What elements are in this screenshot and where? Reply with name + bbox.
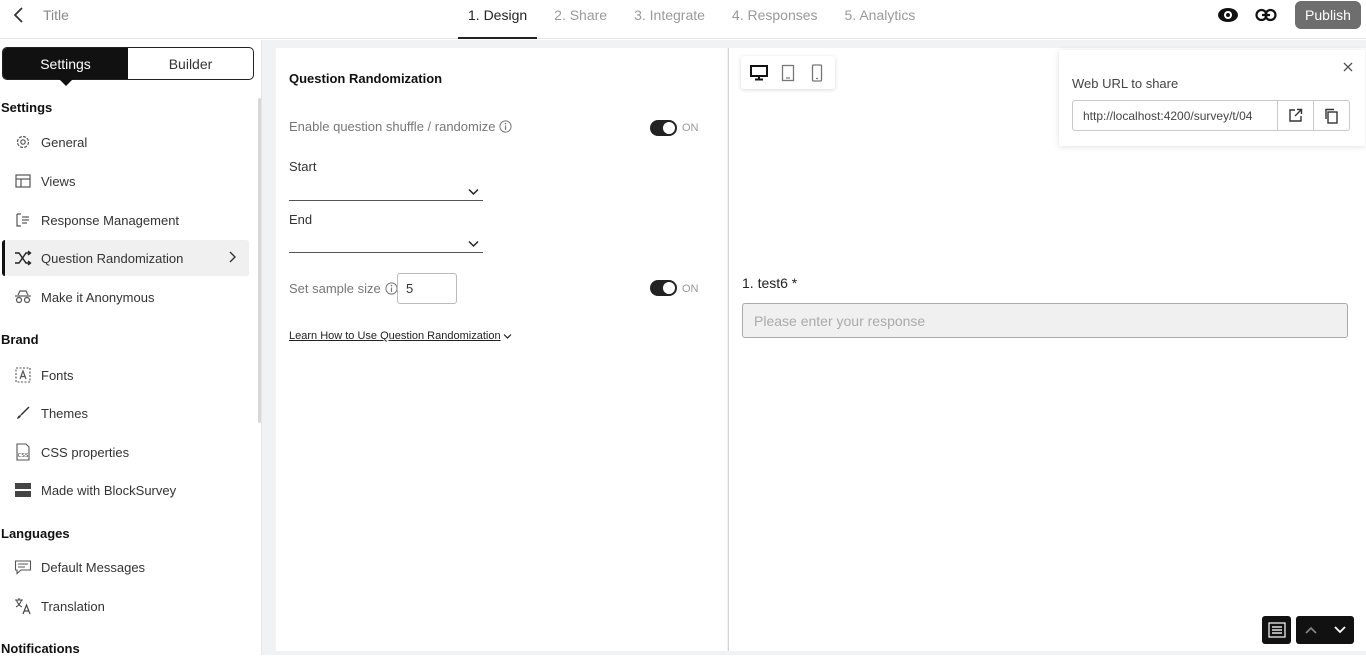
panel-title: Question Randomization [289,71,443,86]
tab-responses[interactable]: 4. Responses [722,0,828,39]
survey-title[interactable]: Title [43,7,69,23]
sidebar-item-made-with-blocksurvey[interactable]: Made with BlockSurvey [2,472,249,508]
link-icon[interactable] [1254,4,1278,26]
tab-integrate[interactable]: 3. Integrate [624,0,715,39]
sidebar-item-response-management[interactable]: Response Management [2,202,249,238]
message-icon [13,557,33,577]
randomization-settings-panel: Question Randomization Enable question s… [276,48,727,651]
sidebar-item-css-properties[interactable]: CSS CSS properties [2,434,249,470]
settings-builder-toggle: Settings Builder [2,47,254,86]
info-icon[interactable] [385,282,398,295]
sidebar-item-label: General [41,134,88,150]
gear-icon [13,132,33,152]
table-icon [13,171,33,191]
sidebar-item-label: Make it Anonymous [41,289,155,305]
preview-eye-icon[interactable] [1216,4,1240,26]
tab-share[interactable]: 2. Share [544,0,617,39]
shuffle-toggle[interactable] [650,120,677,136]
translate-icon [13,596,33,616]
section-heading-brand: Brand [1,332,39,347]
end-select[interactable] [289,229,483,253]
learn-randomization-link[interactable]: Learn How to Use Question Randomization [289,330,512,342]
share-url-input[interactable] [1073,101,1277,130]
end-label: End [289,212,313,227]
chevron-right-icon [227,250,237,267]
copy-icon[interactable] [1313,101,1349,130]
mobile-icon[interactable] [805,61,829,85]
share-url-popover: Web URL to share [1059,50,1365,146]
settings-sidebar: Settings Builder Settings General Views … [0,40,262,656]
sidebar-item-label: Question Randomization [41,250,184,266]
sidebar-item-label: Response Management [41,212,180,228]
back-arrow-icon[interactable] [8,4,30,26]
sidebar-item-label: CSS properties [41,444,130,460]
chevron-down-icon [503,333,512,340]
learn-link-text: Learn How to Use Question Randomization [289,330,501,342]
open-external-icon[interactable] [1277,101,1313,130]
chevron-down-icon [468,183,479,201]
section-heading-languages: Languages [1,526,70,541]
chevron-down-icon[interactable] [1325,616,1354,644]
shuffle-label: Enable question shuffle / randomize [289,119,513,134]
sidebar-item-fonts[interactable]: Fonts [2,357,249,393]
start-select[interactable] [289,177,483,201]
info-icon[interactable] [499,120,513,133]
tablet-icon[interactable] [776,61,800,85]
sidebar-item-make-anonymous[interactable]: Make it Anonymous [2,279,249,315]
section-heading-notifications: Notifications [1,641,80,656]
tab-settings[interactable]: Settings [3,48,128,86]
font-icon [13,365,33,385]
response-input[interactable] [742,303,1348,338]
sidebar-item-themes[interactable]: Themes [2,395,249,431]
section-heading-settings: Settings [1,100,53,115]
brush-icon [13,403,33,423]
question-label: 1. test6 * [742,275,798,291]
start-label: Start [289,159,317,174]
shuffle-label-text: Enable question shuffle / randomize [289,119,496,134]
css-file-icon: CSS [13,442,33,462]
question-list-icon[interactable] [1262,616,1291,644]
svg-text:CSS: CSS [18,453,29,459]
sample-size-toggle-state: ON [682,283,699,295]
sidebar-item-default-messages[interactable]: Default Messages [2,549,249,585]
sidebar-item-label: Themes [41,405,88,421]
sidebar-item-translation[interactable]: Translation [2,588,249,624]
sidebar-item-question-randomization[interactable]: Question Randomization [2,240,249,276]
tab-analytics[interactable]: 5. Analytics [835,0,926,39]
sample-size-label: Set sample size [289,281,398,296]
incognito-icon [13,287,33,307]
chevron-up-icon[interactable] [1296,616,1325,644]
sidebar-item-label: Views [41,173,76,189]
layout-icon [13,480,33,500]
sidebar-item-general[interactable]: General [2,124,249,160]
close-icon[interactable] [1341,60,1355,74]
desktop-icon[interactable] [747,61,771,85]
sample-size-toggle[interactable] [650,280,677,296]
step-tabs: 1. Design 2. Share 3. Integrate 4. Respo… [458,0,932,39]
top-bar: Title 1. Design 2. Share 3. Integrate 4.… [0,0,1366,39]
sidebar-item-label: Default Messages [41,559,146,575]
device-switcher [741,56,835,89]
survey-preview: Web URL to share 1. test6 * [728,48,1366,651]
sample-size-input[interactable] [397,273,457,304]
share-url-field [1072,100,1350,131]
sidebar-item-label: Made with BlockSurvey [41,482,177,498]
publish-button[interactable]: Publish [1295,1,1361,29]
list-icon [13,210,33,230]
sample-size-label-text: Set sample size [289,281,381,296]
tab-design[interactable]: 1. Design [458,0,538,39]
shuffle-icon [13,248,33,268]
shuffle-toggle-state: ON [682,122,699,134]
sidebar-item-label: Fonts [41,367,74,383]
sidebar-item-views[interactable]: Views [2,163,249,199]
chevron-down-icon [468,235,479,253]
sidebar-scrollbar[interactable] [258,98,261,423]
tab-builder[interactable]: Builder [128,48,253,79]
sidebar-item-label: Translation [41,598,105,614]
share-url-title: Web URL to share [1072,76,1179,91]
